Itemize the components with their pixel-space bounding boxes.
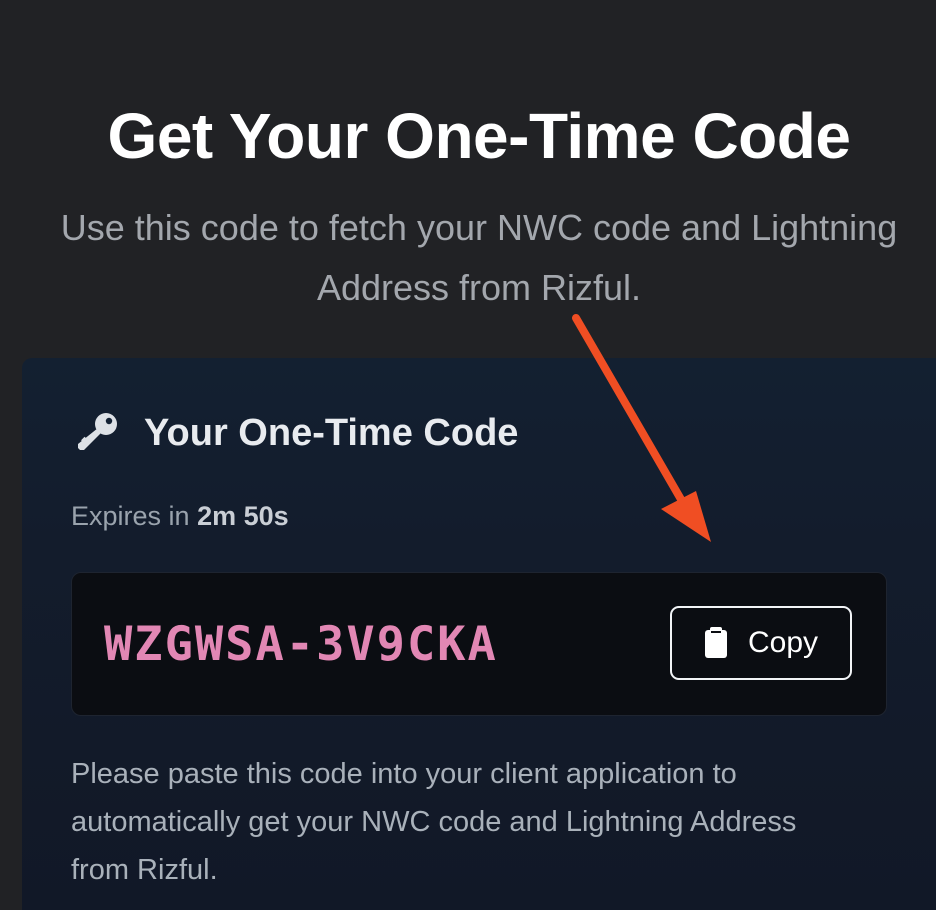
page: Get Your One-Time Code Use this code to … [0, 0, 936, 910]
key-icon [78, 413, 117, 450]
page-subtitle-line-2: Address from Rizful. [316, 267, 642, 308]
page-subtitle: Use this code to fetch your NWC code and… [0, 198, 936, 318]
page-title: Get Your One-Time Code [107, 100, 851, 172]
card-title: Your One-Time Code [144, 412, 519, 454]
code-box: WZGWSA-3V9CKA Copy [71, 572, 887, 716]
copy-button[interactable]: Copy [670, 606, 852, 680]
clipboard-icon [704, 627, 727, 658]
instructions-line-2: automatically get your NWC code and Ligh… [71, 806, 797, 838]
instructions-text: Please paste this code into your client … [71, 750, 911, 894]
expiry-text: Expires in 2m 50s [71, 498, 289, 534]
one-time-code-card: Your One-Time Code Expires in 2m 50s WZG… [22, 358, 936, 910]
page-subtitle-line-1: Use this code to fetch your NWC code and… [60, 207, 898, 248]
one-time-code[interactable]: WZGWSA-3V9CKA [104, 617, 498, 673]
copy-button-label: Copy [747, 626, 819, 659]
expiry-countdown: 2m 50s [197, 501, 289, 531]
expiry-label: Expires in [71, 501, 190, 531]
instructions-line-3: from Rizful. [71, 854, 218, 886]
card-heading: Your One-Time Code [74, 410, 518, 456]
instructions-line-1: Please paste this code into your client … [71, 758, 737, 790]
